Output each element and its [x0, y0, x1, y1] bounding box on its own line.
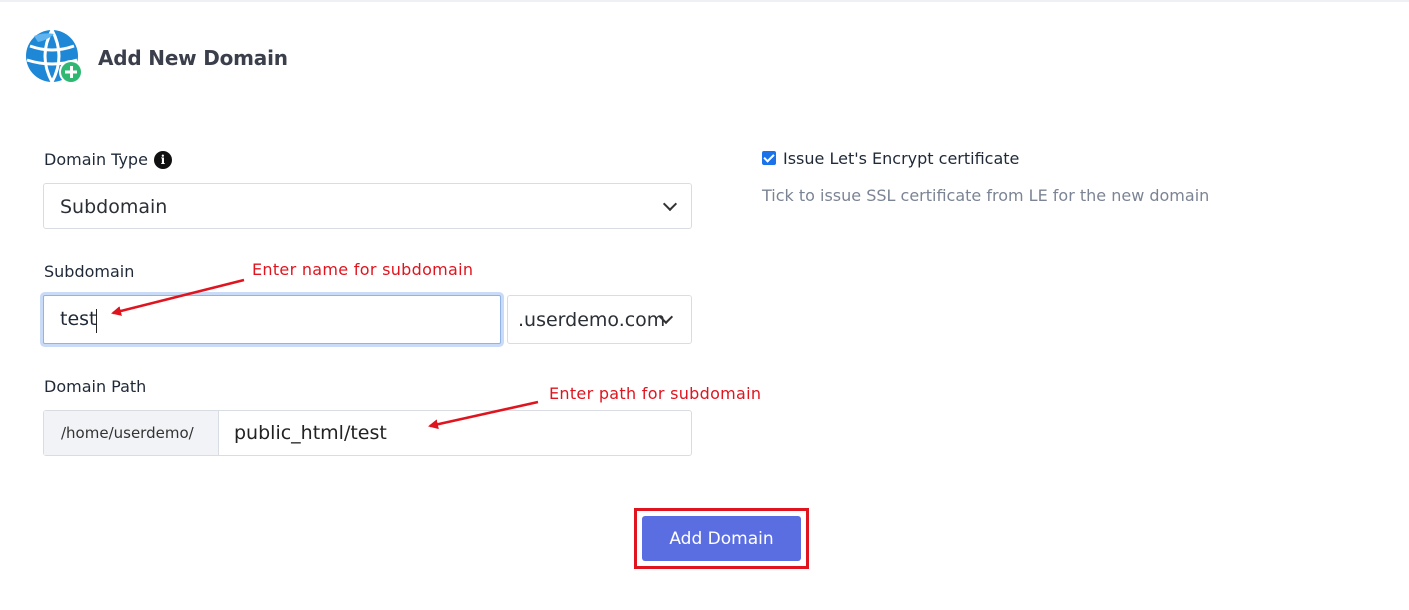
page-title: Add New Domain	[98, 46, 288, 70]
domain-path-label-text: Domain Path	[44, 377, 147, 396]
domain-type-selected: Subdomain	[60, 196, 168, 218]
info-icon[interactable]: i	[153, 150, 172, 169]
chevron-down-icon	[662, 196, 678, 212]
page-header: Add New Domain	[24, 28, 288, 88]
top-divider	[0, 0, 1409, 2]
domain-suffix-select[interactable]: .userdemo.com	[507, 295, 692, 344]
domain-path-input[interactable]: public_html/test	[219, 411, 387, 455]
subdomain-input[interactable]: test	[43, 295, 501, 344]
add-domain-button[interactable]: Add Domain	[642, 516, 801, 561]
domain-type-label: Domain Type i	[44, 150, 172, 169]
subdomain-label-text: Subdomain	[44, 262, 135, 281]
domain-path-prefix: /home/userdemo/	[44, 411, 219, 455]
domain-suffix-value: .userdemo.com	[518, 309, 666, 331]
subdomain-label: Subdomain	[44, 262, 134, 281]
domain-type-label-text: Domain Type	[44, 150, 148, 169]
domain-path-input-group: /home/userdemo/ public_html/test	[43, 410, 692, 456]
subdomain-input-value: test	[60, 308, 97, 330]
text-caret	[96, 309, 97, 333]
ssl-checkbox[interactable]	[762, 151, 776, 165]
globe-plus-icon	[24, 28, 84, 88]
ssl-checkbox-label[interactable]: Issue Let's Encrypt certificate	[783, 149, 1019, 168]
subdomain-annotation: Enter name for subdomain	[252, 260, 474, 279]
path-annotation: Enter path for subdomain	[549, 384, 762, 403]
domain-type-select[interactable]: Subdomain	[43, 183, 692, 229]
domain-path-label: Domain Path	[44, 377, 146, 396]
ssl-help-text: Tick to issue SSL certificate from LE fo…	[762, 186, 1210, 205]
